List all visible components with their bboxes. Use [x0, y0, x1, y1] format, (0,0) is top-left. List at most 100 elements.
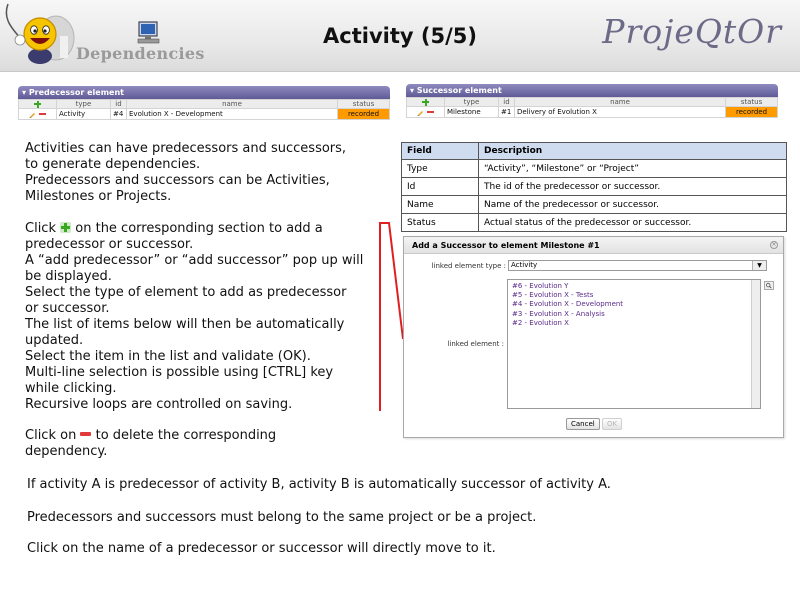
successor-panel-title: Successor element	[416, 86, 502, 95]
delete-help-prefix: Click on	[25, 428, 77, 443]
dropdown-arrow-icon[interactable]: ▼	[752, 261, 766, 270]
row-actions	[18, 108, 57, 120]
add-help-line: be displayed.	[25, 269, 112, 284]
description-cell: Actual status of the predecessor or succ…	[478, 213, 787, 232]
plus-icon[interactable]	[34, 100, 41, 108]
successor-table: type id name status Milestone #1 Deliver…	[406, 97, 778, 118]
intro-line: Activities can have predecessors and suc…	[25, 141, 347, 156]
ok-button[interactable]: OK	[602, 418, 623, 430]
cell-name[interactable]: Delivery of Evolution X	[514, 106, 726, 118]
linked-element-type-value: Activity	[511, 261, 538, 269]
add-successor-dialog: Add a Successor to element Milestone #1 …	[403, 236, 784, 438]
field-cell: Type	[401, 159, 479, 178]
add-help-line: updated.	[25, 333, 84, 348]
add-help-line: The list of items below will then be aut…	[25, 317, 345, 332]
description-cell: The id of the predecessor or successor.	[478, 177, 787, 196]
list-scrollbar[interactable]	[751, 280, 760, 408]
predecessor-panel-header[interactable]: ▾ Predecessor element	[18, 86, 390, 99]
col-id: id	[498, 97, 515, 107]
note-same-project: Predecessors and successors must belong …	[27, 510, 537, 525]
list-item[interactable]: #4 - Evolution X - Development	[512, 300, 623, 309]
dialog-title: Add a Successor to element Milestone #1	[404, 237, 783, 254]
add-help-line: predecessor or successor.	[25, 237, 194, 252]
add-help-line: or successor.	[25, 301, 110, 316]
field-cell: Status	[401, 213, 479, 232]
field-header: Field	[401, 142, 479, 160]
add-help-line: Multi-line selection is possible using […	[25, 365, 334, 380]
cell-name[interactable]: Evolution X - Development	[126, 108, 338, 120]
col-status: status	[725, 97, 778, 107]
description-cell: “Activity”, “Milestone” or “Project”	[478, 159, 787, 178]
add-help-text: Click on the corresponding section to ad…	[25, 221, 385, 413]
col-name: name	[514, 97, 726, 107]
predecessor-table: type id name status Activity #4 Evolutio…	[18, 99, 390, 120]
list-item[interactable]: #5 - Evolution X - Tests	[512, 291, 623, 300]
linked-element-list[interactable]: #6 - Evolution Y #5 - Evolution X - Test…	[507, 279, 761, 409]
linked-element-label: linked element :	[447, 340, 504, 348]
list-item[interactable]: #6 - Evolution Y	[512, 282, 623, 291]
field-cell: Name	[401, 195, 479, 214]
intro-line: Milestones or Projects.	[25, 189, 172, 204]
delete-help-first-line: Click on to delete the corresponding	[25, 428, 385, 444]
delete-help-text: Click on to delete the corresponding dep…	[25, 428, 385, 460]
col-type: type	[56, 99, 111, 109]
description-header: Description	[478, 142, 787, 160]
add-help-line: Recursive loops are controlled on saving…	[25, 397, 293, 412]
row-actions	[406, 106, 445, 118]
add-predecessor-cell	[18, 99, 57, 109]
red-bracket-connector	[379, 222, 404, 411]
status-badge: recorded	[337, 108, 390, 120]
predecessor-panel-title: Predecessor element	[28, 88, 124, 97]
plus-icon[interactable]	[422, 98, 429, 106]
col-type: type	[444, 97, 499, 107]
linked-element-type-select[interactable]: Activity ▼	[508, 260, 767, 271]
add-successor-cell	[406, 97, 445, 107]
col-name: name	[126, 99, 338, 109]
add-help-line: A “add predecessor” or “add successor” p…	[25, 253, 364, 268]
status-badge: recorded	[725, 106, 778, 118]
minus-icon	[80, 432, 92, 436]
close-icon[interactable]: ×	[770, 241, 778, 249]
table-row: Id The id of the predecessor or successo…	[401, 177, 787, 196]
add-help-line: while clicking.	[25, 381, 117, 396]
intro-line: Predecessors and successors can be Activ…	[25, 173, 330, 188]
list-item[interactable]: #3 - Evolution X - Analysis	[512, 310, 623, 319]
note-auto-successor: If activity A is predecessor of activity…	[27, 477, 611, 492]
successor-panel: ▾ Successor element type id name status …	[406, 84, 778, 118]
field-description-table: Field Description Type “Activity”, “Mile…	[401, 142, 787, 232]
linked-element-type-label: linked element type :	[431, 262, 506, 270]
cell-type: Activity	[56, 108, 111, 120]
add-help-prefix: Click	[25, 221, 56, 236]
list-item[interactable]: #2 - Evolution X	[512, 319, 623, 328]
predecessor-panel: ▾ Predecessor element type id name statu…	[18, 86, 390, 120]
field-cell: Id	[401, 177, 479, 196]
plus-icon	[60, 222, 72, 233]
linked-element-items: #6 - Evolution Y #5 - Evolution X - Test…	[512, 282, 623, 328]
add-help-first-line: Click on the corresponding section to ad…	[25, 221, 385, 237]
minus-icon[interactable]	[426, 111, 434, 113]
col-status: status	[337, 99, 390, 109]
col-id: id	[110, 99, 127, 109]
pencil-icon[interactable]	[417, 109, 424, 116]
delete-help-line: dependency.	[25, 444, 108, 459]
pencil-icon[interactable]	[29, 111, 36, 118]
add-help-line: Select the type of element to add as pre…	[25, 285, 347, 300]
cell-id: #1	[498, 106, 515, 118]
cell-type: Milestone	[444, 106, 499, 118]
table-row: Status Actual status of the predecessor …	[401, 213, 787, 232]
table-row: Activity #4 Evolution X - Development re…	[18, 108, 390, 120]
intro-line: to generate dependencies.	[25, 157, 201, 172]
table-row: Type “Activity”, “Milestone” or “Project…	[401, 159, 787, 178]
add-help-line: Select the item in the list and validate…	[25, 349, 311, 364]
cell-id: #4	[110, 108, 127, 120]
cancel-button[interactable]: Cancel	[566, 418, 600, 430]
table-row: Name Name of the predecessor or successo…	[401, 195, 787, 214]
brand-logo: ProjeQtOr	[602, 12, 782, 51]
note-click-name: Click on the name of a predecessor or su…	[27, 541, 496, 556]
minus-icon[interactable]	[38, 113, 46, 115]
intro-text: Activities can have predecessors and suc…	[25, 141, 385, 205]
description-cell: Name of the predecessor or successor.	[478, 195, 787, 214]
search-icon[interactable]	[764, 281, 774, 290]
successor-panel-header[interactable]: ▾ Successor element	[406, 84, 778, 97]
add-help-suffix: on the corresponding section to add a	[75, 221, 323, 236]
